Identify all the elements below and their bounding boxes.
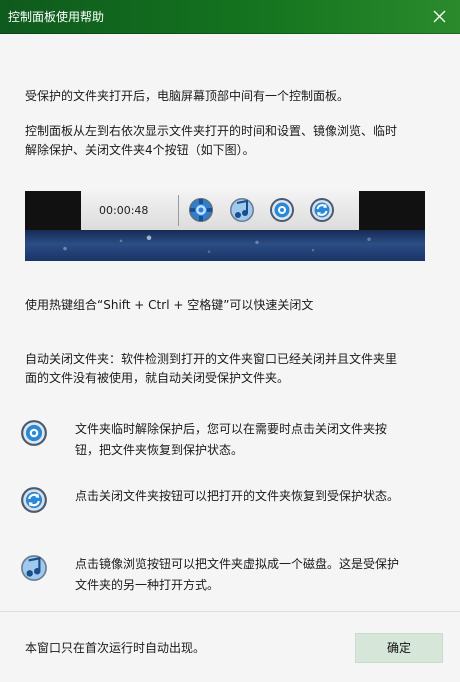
feature-close-folder-text: 点击关闭文件夹按钮可以把打开的文件夹恢复到受保护状态。: [75, 489, 400, 503]
feature-close-folder: 点击关闭文件夹按钮可以把打开的文件夹恢复到受保护状态。: [20, 486, 440, 536]
title-bar: 控制面板使用帮助: [0, 0, 460, 34]
preview-divider: [178, 195, 179, 226]
close-icon: [433, 10, 446, 23]
footer-note: 本窗口只在首次运行时自动出现。: [25, 641, 206, 655]
gear-icon: [189, 198, 213, 222]
refresh-close-icon: [310, 198, 334, 222]
auto-close-line-2: 面的文件没有被使用，就自动关闭受保护文件夹。: [25, 371, 290, 385]
unlock-icon: [270, 198, 294, 222]
mirror-browse-icon: [21, 555, 47, 581]
auto-close-line-1: 自动关闭文件夹：软件检测到打开的文件夹窗口已经关闭并且文件夹里: [25, 352, 398, 366]
feature-unlock: 文件夹临时解除保护后，您可以在需要时点击关闭文件夹按 钮，把文件夹恢复到保护状态…: [20, 419, 440, 469]
intro-line-2a: 控制面板从左到右依次显示文件夹打开的时间和设置、镜像浏览、临时: [25, 124, 398, 138]
mirror-browse-icon: [230, 198, 254, 222]
window-title: 控制面板使用帮助: [8, 10, 105, 24]
unlock-icon: [21, 420, 47, 446]
intro-line-1: 受保护的文件夹打开后，电脑屏幕顶部中间有一个控制面板。: [25, 89, 350, 103]
control-panel-preview: 00:00:48: [25, 191, 425, 261]
ok-button[interactable]: 确定: [355, 633, 443, 663]
footer-divider: [0, 611, 460, 612]
feature-unlock-text: 文件夹临时解除保护后，您可以在需要时点击关闭文件夹按 钮，把文件夹恢复到保护状态…: [75, 422, 388, 457]
close-button[interactable]: [420, 0, 460, 34]
desktop-background: [25, 230, 425, 261]
refresh-close-icon: [21, 487, 47, 513]
intro-line-2b: 解除保护、关闭文件夹4个按钮（如下图）。: [25, 143, 255, 157]
feature-mirror-browse: 点击镜像浏览按钮可以把文件夹虚拟成一个磁盘。这是受保护 文件夹的另一种打开方式。: [20, 554, 440, 604]
hotkey-text: 使用热键组合“Shift + Ctrl + 空格键”可以快速关闭文: [25, 298, 314, 312]
preview-toolbar: 00:00:48: [81, 191, 359, 230]
feature-mirror-browse-text: 点击镜像浏览按钮可以把文件夹虚拟成一个磁盘。这是受保护 文件夹的另一种打开方式。: [75, 557, 400, 592]
preview-time: 00:00:48: [99, 204, 149, 217]
